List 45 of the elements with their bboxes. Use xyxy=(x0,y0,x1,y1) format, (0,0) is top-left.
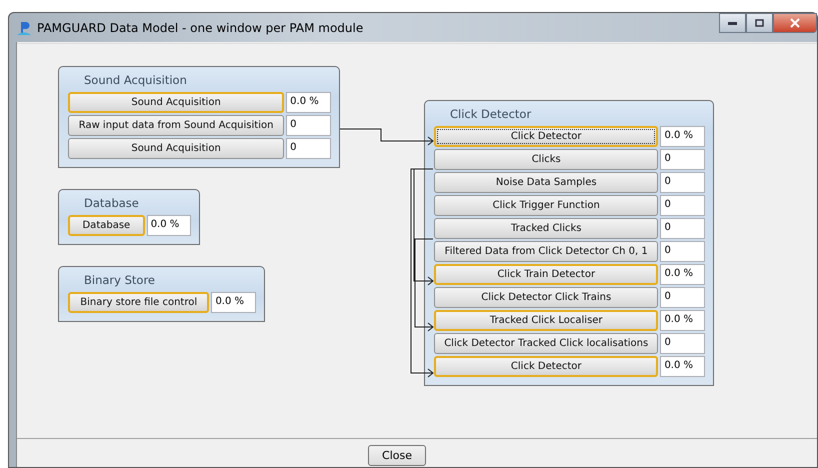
maximize-button[interactable] xyxy=(746,13,773,33)
close-button[interactable]: Close xyxy=(368,445,426,466)
data-block-button[interactable]: Filtered Data from Click Detector Ch 0, 1 xyxy=(434,241,658,262)
status-field: 0.0 % xyxy=(211,292,256,313)
module-title: Sound Acquisition xyxy=(83,72,188,89)
app-logo-icon xyxy=(16,20,32,36)
status-field: 0.0 % xyxy=(660,264,705,285)
status-field: 0 xyxy=(286,138,331,159)
maximize-icon xyxy=(755,19,764,27)
status-field: 0.0 % xyxy=(286,92,331,113)
process-button[interactable]: Click Detector xyxy=(434,126,658,147)
status-field: 0 xyxy=(660,287,705,308)
data-block-button[interactable]: Raw input data from Sound Acquisition xyxy=(68,115,284,136)
data-block-button[interactable]: Clicks xyxy=(434,149,658,170)
data-block-button[interactable]: Noise Data Samples xyxy=(434,172,658,193)
data-block-button[interactable]: Tracked Clicks xyxy=(434,218,658,239)
process-button[interactable]: Sound Acquisition xyxy=(68,92,284,113)
status-field: 0 xyxy=(660,333,705,354)
process-button[interactable]: Binary store file control xyxy=(68,292,210,313)
process-button[interactable]: Click Detector xyxy=(434,356,658,377)
data-block-button[interactable]: Click Detector Click Trains xyxy=(434,287,658,308)
status-field: 0.0 % xyxy=(146,215,191,236)
close-window-button[interactable] xyxy=(773,13,817,33)
module-title: Click Detector xyxy=(449,106,532,123)
process-button[interactable]: Click Train Detector xyxy=(434,264,658,285)
process-button[interactable]: Tracked Click Localiser xyxy=(434,310,658,331)
window-title: PAMGUARD Data Model - one window per PAM module xyxy=(37,20,364,34)
module-title: Database xyxy=(83,195,140,212)
status-field: 0 xyxy=(660,149,705,170)
process-button[interactable]: Database xyxy=(68,215,145,236)
minimize-icon xyxy=(728,22,737,24)
data-block-button[interactable]: Click Trigger Function xyxy=(434,195,658,216)
status-field: 0 xyxy=(660,172,705,193)
status-field: 0.0 % xyxy=(660,356,705,377)
status-field: 0.0 % xyxy=(660,310,705,331)
minimize-button[interactable] xyxy=(719,13,746,33)
data-block-button[interactable]: Sound Acquisition xyxy=(68,138,284,159)
status-field: 0 xyxy=(660,195,705,216)
status-field: 0 xyxy=(660,241,705,262)
data-block-button[interactable]: Click Detector Tracked Click localisations xyxy=(434,333,658,354)
module-title: Binary Store xyxy=(83,272,156,289)
status-field: 0 xyxy=(660,218,705,239)
close-icon xyxy=(790,18,800,28)
status-field: 0 xyxy=(286,115,331,136)
status-field: 0.0 % xyxy=(660,126,705,147)
